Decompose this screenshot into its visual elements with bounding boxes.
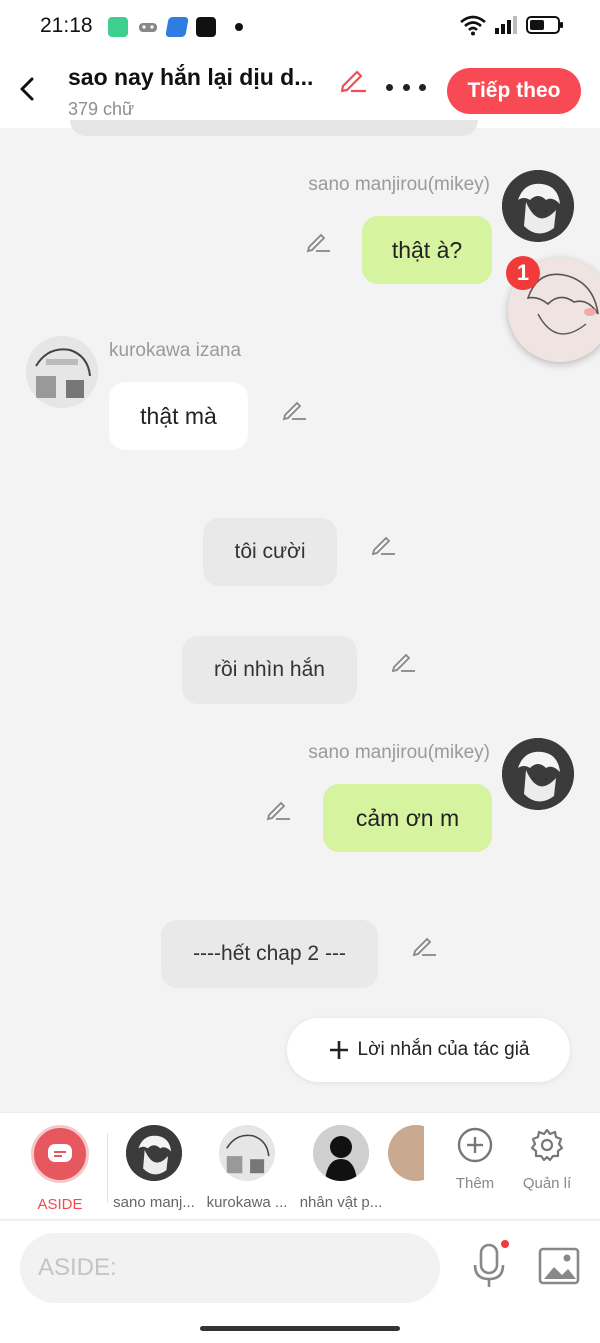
status-time: 21:18 [40, 14, 93, 37]
avatar-mikey[interactable] [502, 738, 574, 810]
status-bar: 21:18 [0, 0, 600, 54]
image-icon[interactable] [538, 1247, 580, 1285]
notification-dot [235, 23, 243, 31]
more-options-icon[interactable] [386, 84, 426, 94]
edit-message-icon[interactable] [370, 531, 396, 557]
author-note-label: Lời nhắn của tác giả [357, 1039, 530, 1060]
microphone-icon[interactable] [468, 1239, 512, 1291]
unread-badge: 1 [506, 256, 540, 290]
plus-icon [329, 1041, 348, 1059]
message-input[interactable] [20, 1233, 440, 1303]
battery-icon [526, 16, 563, 34]
character-izana[interactable]: kurokawa ... [201, 1125, 293, 1211]
edit-title-icon[interactable] [338, 64, 368, 94]
back-arrow-icon[interactable] [14, 72, 42, 106]
gear-icon [530, 1128, 564, 1162]
narration-bubble[interactable]: tôi cười [203, 518, 337, 586]
narration-bubble[interactable]: ----hết chap 2 --- [161, 920, 378, 988]
sender-name: sano manjirou(mikey) [308, 742, 490, 763]
narration-bubble[interactable]: rồi nhìn hắn [182, 636, 357, 704]
story-title: sao nay hắn lại dịu d... [68, 64, 314, 90]
status-right [460, 14, 564, 36]
home-indicator [200, 1326, 400, 1331]
compose-bar [0, 1221, 600, 1343]
top-header: sao nay hắn lại dịu d... 379 chữ Tiếp th… [0, 54, 600, 128]
more-label: Thêm [455, 1175, 495, 1192]
avatar-mikey[interactable] [502, 170, 574, 242]
avatar [388, 1125, 424, 1181]
message-bubble[interactable]: thật mà [109, 382, 248, 450]
character-mikey[interactable]: sano manj... [108, 1125, 200, 1211]
sender-name: kurokawa izana [109, 340, 242, 361]
message-bubble[interactable]: cảm ơn m [323, 784, 492, 852]
character-selector: ASIDE sano manj... kurokawa ... nhân vật… [0, 1112, 600, 1220]
signal-icon [495, 16, 517, 34]
character-label: sano manj... [113, 1194, 195, 1211]
edit-message-icon[interactable] [281, 396, 307, 422]
manage-label: Quản lí [522, 1175, 572, 1192]
plus-circle-icon [457, 1127, 493, 1163]
avatar-izana[interactable] [26, 336, 98, 408]
gamepad-icon [138, 17, 158, 37]
chat-bubble-icon [48, 1144, 72, 1162]
word-count: 379 chữ [68, 99, 135, 119]
chat-area: sano manjirou(mikey) thật à? 1 kurokawa … [0, 120, 600, 1112]
avatar [313, 1125, 369, 1181]
edit-message-icon[interactable] [305, 228, 331, 254]
edit-message-icon[interactable] [265, 796, 291, 822]
character-label: kurokawa ... [206, 1194, 288, 1211]
app-icon [165, 17, 189, 37]
add-character-button[interactable]: Thêm [440, 1127, 510, 1192]
bao-moi-icon [196, 17, 216, 37]
avatar [126, 1125, 182, 1181]
edit-message-icon[interactable] [411, 932, 437, 958]
author-note-button[interactable]: Lời nhắn của tác giả [287, 1018, 570, 1082]
next-button[interactable]: Tiếp theo [447, 68, 581, 114]
message-bubble[interactable]: thật à? [362, 216, 492, 284]
edit-message-icon[interactable] [390, 648, 416, 674]
avatar [219, 1125, 275, 1181]
wifi-icon [460, 15, 486, 36]
character-other[interactable]: nhân vật p... [295, 1125, 387, 1211]
sender-name: sano manjirou(mikey) [308, 174, 490, 195]
calculator-app-icon [108, 17, 128, 37]
character-label: ASIDE [37, 1196, 83, 1213]
aside-avatar [31, 1125, 89, 1183]
previous-message-fragment [70, 120, 478, 136]
character-aside[interactable]: ASIDE [14, 1125, 106, 1213]
character-label: nhân vật p... [299, 1194, 383, 1211]
character-partial[interactable] [388, 1125, 424, 1181]
manage-characters-button[interactable]: Quản lí [512, 1127, 582, 1192]
